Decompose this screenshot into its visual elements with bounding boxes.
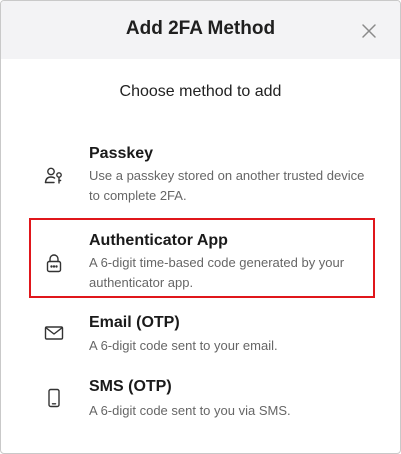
method-description: A 6-digit code sent to your email. (89, 338, 278, 353)
dialog-subtitle: Choose method to add (119, 83, 282, 100)
method-name: Passkey (89, 145, 154, 162)
person-key-icon (43, 165, 65, 187)
lock-icon (43, 252, 65, 274)
method-name: Authenticator App (89, 232, 228, 249)
method-description: A 6-digit time-based code generated by y… (89, 255, 345, 290)
envelope-icon (43, 322, 65, 344)
method-name: Email (OTP) (89, 314, 180, 331)
close-icon[interactable] (359, 21, 379, 41)
dialog-header: Add 2FA Method (1, 1, 400, 59)
phone-icon (43, 387, 65, 409)
method-name: SMS (OTP) (89, 378, 172, 395)
method-description: A 6-digit code sent to you via SMS. (89, 403, 291, 418)
method-description: Use a passkey stored on another trusted … (89, 168, 365, 203)
add-2fa-method-dialog: Add 2FA Method Choose method to add Pass… (0, 0, 401, 454)
method-option-sms[interactable]: SMS (OTP) A 6-digit code sent to you via… (27, 371, 375, 431)
dialog-title: Add 2FA Method (125, 18, 276, 39)
method-option-passkey[interactable]: Passkey Use a passkey stored on another … (27, 137, 375, 209)
method-option-email[interactable]: Email (OTP) A 6-digit code sent to your … (27, 306, 375, 366)
method-option-authenticator-app[interactable]: Authenticator App A 6-digit time-based c… (29, 218, 375, 298)
